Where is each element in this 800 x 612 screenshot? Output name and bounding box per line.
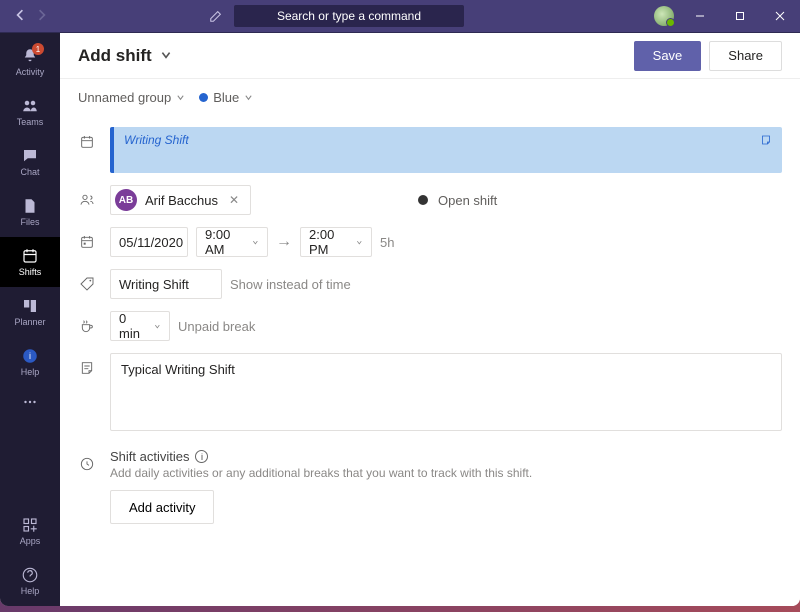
svg-text:i: i: [29, 351, 31, 361]
save-button[interactable]: Save: [634, 41, 702, 71]
chevron-down-icon: [154, 322, 161, 331]
search-placeholder: Search or type a command: [277, 9, 421, 23]
forward-button[interactable]: [36, 9, 48, 24]
chat-icon: [21, 147, 39, 165]
teams-icon: [21, 97, 39, 115]
label-field[interactable]: Writing Shift: [110, 269, 222, 299]
notes-textarea[interactable]: Typical Writing Shift: [110, 353, 782, 431]
page-title: Add shift: [78, 46, 152, 66]
chevron-down-icon: [252, 238, 259, 247]
color-swatch: [199, 93, 208, 102]
back-button[interactable]: [14, 9, 26, 24]
user-avatar[interactable]: [654, 6, 674, 26]
rail-shifts[interactable]: Shifts: [0, 237, 60, 287]
app-frame: 1 Activity Teams Chat Files Shifts Plann…: [0, 32, 800, 606]
remove-chip[interactable]: ✕: [226, 193, 242, 207]
activity-badge: 1: [32, 43, 44, 55]
rail-more[interactable]: [0, 387, 60, 417]
shift-preview-card: Writing Shift: [110, 127, 782, 173]
subheader: Unnamed group Blue: [60, 79, 800, 115]
person-avatar: AB: [115, 189, 137, 211]
people-icon: [78, 189, 96, 211]
rail-teams[interactable]: Teams: [0, 87, 60, 137]
rail-help-top[interactable]: i Help: [0, 337, 60, 387]
rail-apps[interactable]: Apps: [0, 506, 60, 556]
apps-icon: [21, 516, 39, 534]
color-dropdown[interactable]: Blue: [199, 90, 253, 105]
preview-title: Writing Shift: [124, 133, 189, 147]
more-icon: [21, 393, 39, 411]
files-icon: [21, 197, 39, 215]
notes-icon: [78, 357, 96, 379]
page-title-dropdown[interactable]: Add shift: [78, 46, 172, 66]
group-dropdown[interactable]: Unnamed group: [78, 90, 185, 105]
activities-title: Shift activities i: [110, 449, 782, 464]
window-maximize[interactable]: [720, 0, 760, 32]
end-time-field[interactable]: 2:00 PM: [300, 227, 372, 257]
window-close[interactable]: [760, 0, 800, 32]
nav-buttons: [8, 9, 54, 24]
calendar-date-icon: [78, 231, 96, 253]
start-time-field[interactable]: 9:00 AM: [196, 227, 268, 257]
compose-button[interactable]: [204, 4, 228, 28]
calendar-icon: [78, 131, 96, 153]
planner-icon: [21, 297, 39, 315]
people-picker[interactable]: AB Arif Bacchus ✕: [110, 185, 370, 215]
chevron-down-icon: [244, 93, 253, 102]
titlebar: Search or type a command: [0, 0, 800, 32]
break-duration-field[interactable]: 0 min: [110, 311, 170, 341]
arrow-right-icon: →: [276, 233, 292, 251]
person-name: Arif Bacchus: [145, 193, 218, 208]
info-icon[interactable]: i: [195, 450, 208, 463]
rail-help-bottom[interactable]: Help: [0, 556, 60, 606]
rail-chat[interactable]: Chat: [0, 137, 60, 187]
activities-subtitle: Add daily activities or any additional b…: [110, 466, 782, 480]
form-body: Writing Shift AB Arif Bacchus ✕: [60, 115, 800, 606]
tag-icon: [78, 273, 96, 295]
coffee-icon: [78, 315, 96, 337]
clock-icon: [78, 453, 96, 475]
person-chip[interactable]: AB Arif Bacchus ✕: [110, 185, 251, 215]
note-icon: [760, 133, 772, 151]
open-shift-option[interactable]: Open shift: [418, 193, 497, 208]
duration-label: 5h: [380, 235, 394, 250]
chevron-down-icon: [356, 238, 363, 247]
content-area: Add shift Save Share Unnamed group Blue: [60, 33, 800, 606]
add-activity-button[interactable]: Add activity: [110, 490, 214, 524]
rail-files[interactable]: Files: [0, 187, 60, 237]
help-icon: i: [21, 347, 39, 365]
shifts-icon: [21, 247, 39, 265]
window-minimize[interactable]: [680, 0, 720, 32]
share-button[interactable]: Share: [709, 41, 782, 71]
rail-planner[interactable]: Planner: [0, 287, 60, 337]
left-rail: 1 Activity Teams Chat Files Shifts Plann…: [0, 33, 60, 606]
chevron-down-icon: [176, 93, 185, 102]
break-hint: Unpaid break: [178, 319, 255, 334]
rail-activity[interactable]: 1 Activity: [0, 37, 60, 87]
label-hint: Show instead of time: [230, 277, 351, 292]
search-input[interactable]: Search or type a command: [234, 5, 464, 27]
circle-icon: [418, 195, 428, 205]
page-header: Add shift Save Share: [60, 33, 800, 79]
question-icon: [21, 566, 39, 584]
date-field[interactable]: 05/11/2020: [110, 227, 188, 257]
chevron-down-icon: [160, 46, 172, 66]
